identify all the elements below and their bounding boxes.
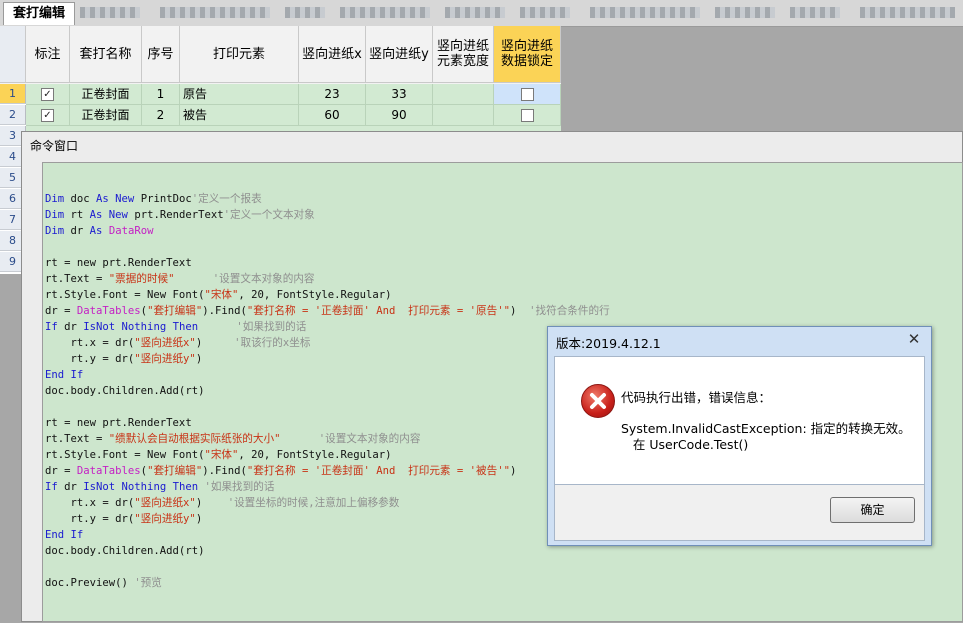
tab-obscured[interactable] — [520, 7, 570, 18]
tab-套打编辑[interactable]: 套打编辑 — [3, 2, 75, 25]
x-cell[interactable]: 60 — [299, 105, 366, 126]
tab-obscured[interactable] — [445, 7, 505, 18]
grid-corner[interactable] — [0, 26, 26, 83]
lock-checkbox[interactable] — [520, 109, 534, 122]
tab-obscured[interactable] — [340, 7, 430, 18]
dialog-message-line1: System.InvalidCastException: 指定的转换无效。 — [621, 421, 911, 436]
seq-cell[interactable]: 1 — [142, 84, 180, 105]
lock-cell[interactable] — [494, 84, 561, 105]
lock-cell[interactable] — [494, 105, 561, 126]
tab-strip: 套打编辑 — [0, 0, 963, 27]
mark-cell[interactable]: ✓ — [26, 105, 70, 126]
code-text[interactable]: Dim doc As New PrintDoc'定义一个报表 Dim rt As … — [45, 175, 610, 623]
tab-obscured[interactable] — [590, 7, 700, 18]
ok-button[interactable]: 确定 — [830, 497, 915, 523]
dialog-message-line2: 在 UserCode.Test() — [621, 437, 749, 452]
row-number[interactable]: 2 — [0, 105, 26, 125]
mark-checkbox[interactable]: ✓ — [41, 88, 54, 101]
col-header[interactable]: 竖向进纸y — [366, 26, 433, 83]
lock-checkbox[interactable] — [520, 88, 534, 101]
tab-obscured[interactable] — [715, 7, 775, 18]
width-cell[interactable] — [433, 84, 494, 105]
col-header[interactable]: 套打名称 — [70, 26, 142, 83]
tab-obscured[interactable] — [285, 7, 325, 18]
tab-obscured[interactable] — [790, 7, 840, 18]
table-row[interactable]: ✓ 正卷封面 2 被告 60 90 — [26, 105, 561, 126]
mark-cell[interactable]: ✓ — [26, 84, 70, 105]
y-cell[interactable]: 90 — [366, 105, 433, 126]
col-header[interactable]: 竖向进纸 元素宽度 — [433, 26, 494, 83]
name-cell[interactable]: 正卷封面 — [70, 105, 142, 126]
name-cell[interactable]: 正卷封面 — [70, 84, 142, 105]
seq-cell[interactable]: 2 — [142, 105, 180, 126]
error-dialog: 版本:2019.4.12.1 ✕ 代码执行出错，错误信息： System.Inv… — [547, 326, 932, 546]
width-cell[interactable] — [433, 105, 494, 126]
dialog-message: System.InvalidCastException: 指定的转换无效。 在 … — [621, 421, 911, 453]
element-cell[interactable]: 被告 — [180, 105, 299, 126]
tab-obscured[interactable] — [860, 7, 955, 18]
element-cell[interactable]: 原告 — [180, 84, 299, 105]
tab-obscured[interactable] — [80, 7, 140, 18]
command-window-title: 命令窗口 — [30, 139, 79, 153]
close-icon[interactable]: ✕ — [906, 330, 922, 348]
col-header[interactable]: 标注 — [26, 26, 70, 83]
dialog-title: 版本:2019.4.12.1 — [556, 336, 661, 351]
dialog-body: 代码执行出错，错误信息： System.InvalidCastException… — [554, 356, 925, 485]
row-number[interactable]: 1 — [0, 84, 26, 104]
error-x-icon — [581, 384, 615, 418]
table-row[interactable]: ✓ 正卷封面 1 原告 23 33 — [26, 84, 561, 105]
x-cell[interactable]: 23 — [299, 84, 366, 105]
y-cell[interactable]: 33 — [366, 84, 433, 105]
col-header[interactable]: 序号 — [142, 26, 180, 83]
dialog-heading: 代码执行出错，错误信息： — [621, 390, 772, 405]
mark-checkbox[interactable]: ✓ — [41, 109, 54, 122]
col-header-selected[interactable]: 竖向进纸 数据锁定 — [494, 26, 561, 83]
col-header[interactable]: 打印元素 — [180, 26, 299, 83]
grid-header: 标注 套打名称 序号 打印元素 竖向进纸x 竖向进纸y 竖向进纸 元素宽度 竖向… — [0, 26, 561, 84]
tab-obscured[interactable] — [160, 7, 270, 18]
col-header[interactable]: 竖向进纸x — [299, 26, 366, 83]
dialog-footer: 确定 — [554, 485, 925, 541]
